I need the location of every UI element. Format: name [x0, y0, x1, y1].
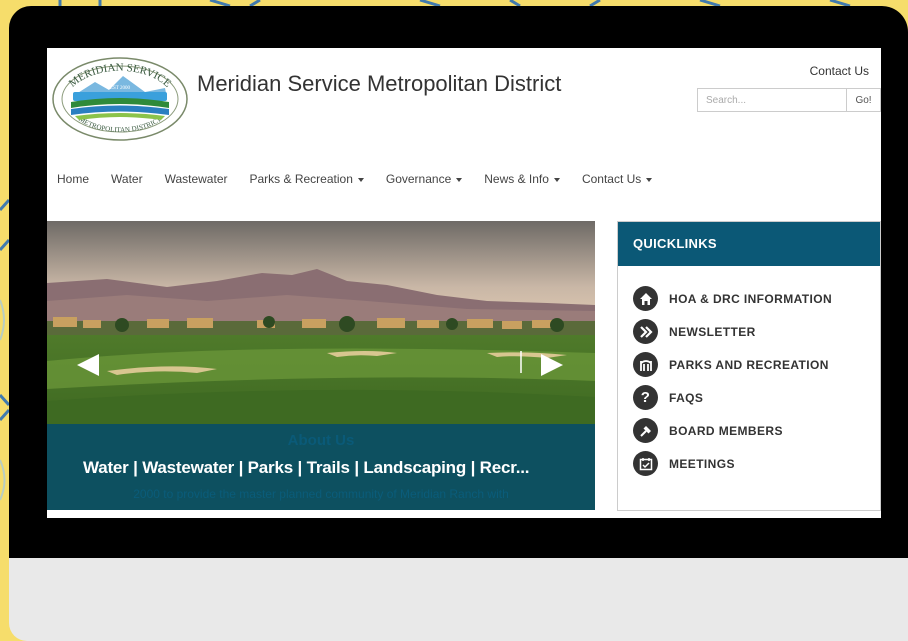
caret-down-icon: [456, 177, 463, 182]
quicklink-faqs[interactable]: ? FAQS: [633, 381, 832, 414]
nav-label: Home: [57, 172, 90, 186]
caret-down-icon: [646, 177, 653, 182]
quicklink-newsletter[interactable]: NEWSLETTER: [633, 315, 832, 348]
search-button[interactable]: Go!: [847, 89, 880, 111]
quicklink-label: MEETINGS: [669, 456, 735, 471]
double-chevron-right-icon: [633, 319, 658, 344]
nav-item-home[interactable]: Home: [57, 172, 89, 186]
slider-caption: About Us Water | Wastewater | Parks | Tr…: [47, 424, 595, 510]
gavel-icon: [633, 418, 658, 443]
caret-down-icon: [553, 177, 560, 182]
nav-item-news-info[interactable]: News & Info: [484, 172, 560, 186]
calendar-check-icon: [633, 451, 658, 476]
nav-item-parks-recreation[interactable]: Parks & Recreation: [249, 172, 364, 186]
nav-label: Water: [111, 172, 143, 186]
quicklink-parks-recreation[interactable]: PARKS AND RECREATION: [633, 348, 832, 381]
quicklink-meetings[interactable]: MEETINGS: [633, 447, 832, 480]
quicklink-hoa-drc[interactable]: HOA & DRC INFORMATION: [633, 282, 832, 315]
slider-prev-arrow-icon[interactable]: [77, 354, 99, 376]
nav-item-contact-us[interactable]: Contact Us: [581, 172, 653, 186]
nav-label: Governance: [385, 172, 452, 186]
logo-est-text: EST 2000: [110, 86, 131, 91]
park-gate-icon: [633, 352, 658, 377]
home-icon: [633, 286, 658, 311]
nav-label: Parks & Recreation: [249, 172, 353, 186]
question-icon: ?: [633, 385, 658, 410]
quicklinks-heading: QUICKLINKS: [618, 222, 880, 266]
caret-down-icon: [357, 177, 364, 182]
caption-subtext: 2000 to provide the master planned commu…: [133, 487, 509, 501]
quicklink-label: PARKS AND RECREATION: [669, 357, 829, 372]
quicklink-label: FAQS: [669, 390, 704, 405]
website-screen: MERIDIAN SERVICE METROPOLITAN DISTRICT E…: [47, 48, 881, 518]
header-contact-link[interactable]: Contact Us: [810, 64, 869, 78]
caption-main-text[interactable]: Water | Wastewater | Parks | Trails | La…: [83, 458, 529, 478]
search-form: Go!: [697, 88, 881, 112]
nav-item-wastewater[interactable]: Wastewater: [165, 172, 228, 186]
quicklink-label: HOA & DRC INFORMATION: [669, 291, 833, 306]
quicklinks-list: HOA & DRC INFORMATION NEWSLETTER PARKS A…: [633, 282, 832, 480]
nav-item-water[interactable]: Water: [111, 172, 143, 186]
nav-item-governance[interactable]: Governance: [385, 172, 463, 186]
quicklink-label: NEWSLETTER: [669, 324, 756, 339]
quicklink-label: BOARD MEMBERS: [669, 423, 783, 438]
caption-title: About Us: [287, 432, 355, 449]
quicklinks-panel: QUICKLINKS HOA & DRC INFORMATION NEWSLET…: [617, 221, 881, 511]
bottom-panel: [9, 558, 908, 641]
site-title[interactable]: Meridian Service Metropolitan District: [197, 68, 577, 99]
district-logo[interactable]: MERIDIAN SERVICE METROPOLITAN DISTRICT E…: [51, 56, 189, 142]
search-input[interactable]: [698, 89, 847, 111]
nav-label: Contact Us: [581, 172, 642, 186]
slider-next-arrow-icon[interactable]: [541, 354, 563, 376]
nav-label: News & Info: [484, 172, 549, 186]
quicklink-board-members[interactable]: BOARD MEMBERS: [633, 414, 832, 447]
main-nav: Home Water Wastewater Parks & Recreation…: [57, 172, 674, 186]
hero-slider[interactable]: About Us Water | Wastewater | Parks | Tr…: [47, 221, 595, 510]
nav-label: Wastewater: [164, 172, 228, 186]
